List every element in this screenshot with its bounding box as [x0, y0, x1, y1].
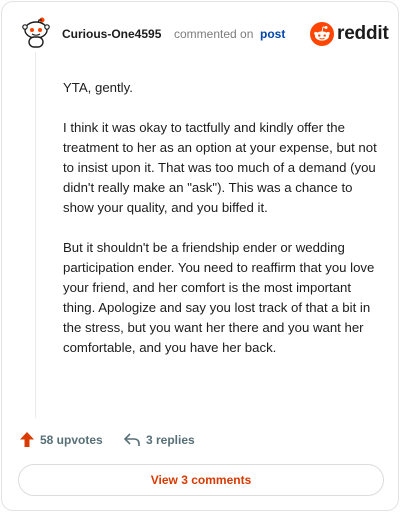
comment-action-text: commented on: [174, 27, 254, 41]
snoo-avatar-icon[interactable]: [20, 16, 52, 50]
comment-paragraph: But it shouldn't be a friendship ender o…: [63, 240, 375, 355]
reply-arrow-icon[interactable]: [124, 433, 140, 447]
comment-author[interactable]: Curious-One4595: [62, 27, 161, 41]
comment-body: YTA, gently. I think it was okay to tact…: [63, 78, 381, 378]
reply-count[interactable]: 3 replies: [146, 433, 195, 447]
comment-paragraph: I think it was okay to tactfully and kin…: [63, 120, 377, 215]
reddit-brand[interactable]: reddit: [310, 20, 389, 48]
reddit-logo-icon: [310, 22, 334, 46]
upvote-arrow-icon[interactable]: [20, 432, 34, 447]
view-comments-button[interactable]: View 3 comments: [18, 464, 384, 496]
comment-paragraph: YTA, gently.: [63, 80, 133, 95]
thread-line[interactable]: [35, 52, 36, 418]
upvote-count[interactable]: 58 upvotes: [40, 433, 103, 447]
comment-actions: 58 upvotes 3 replies: [20, 430, 386, 450]
comment-header: Curious-One4595 commented on post reddit: [20, 16, 389, 52]
reddit-wordmark: reddit: [337, 23, 389, 44]
post-link[interactable]: post: [260, 27, 285, 41]
comment-card: Curious-One4595 commented on post reddit: [1, 1, 399, 511]
